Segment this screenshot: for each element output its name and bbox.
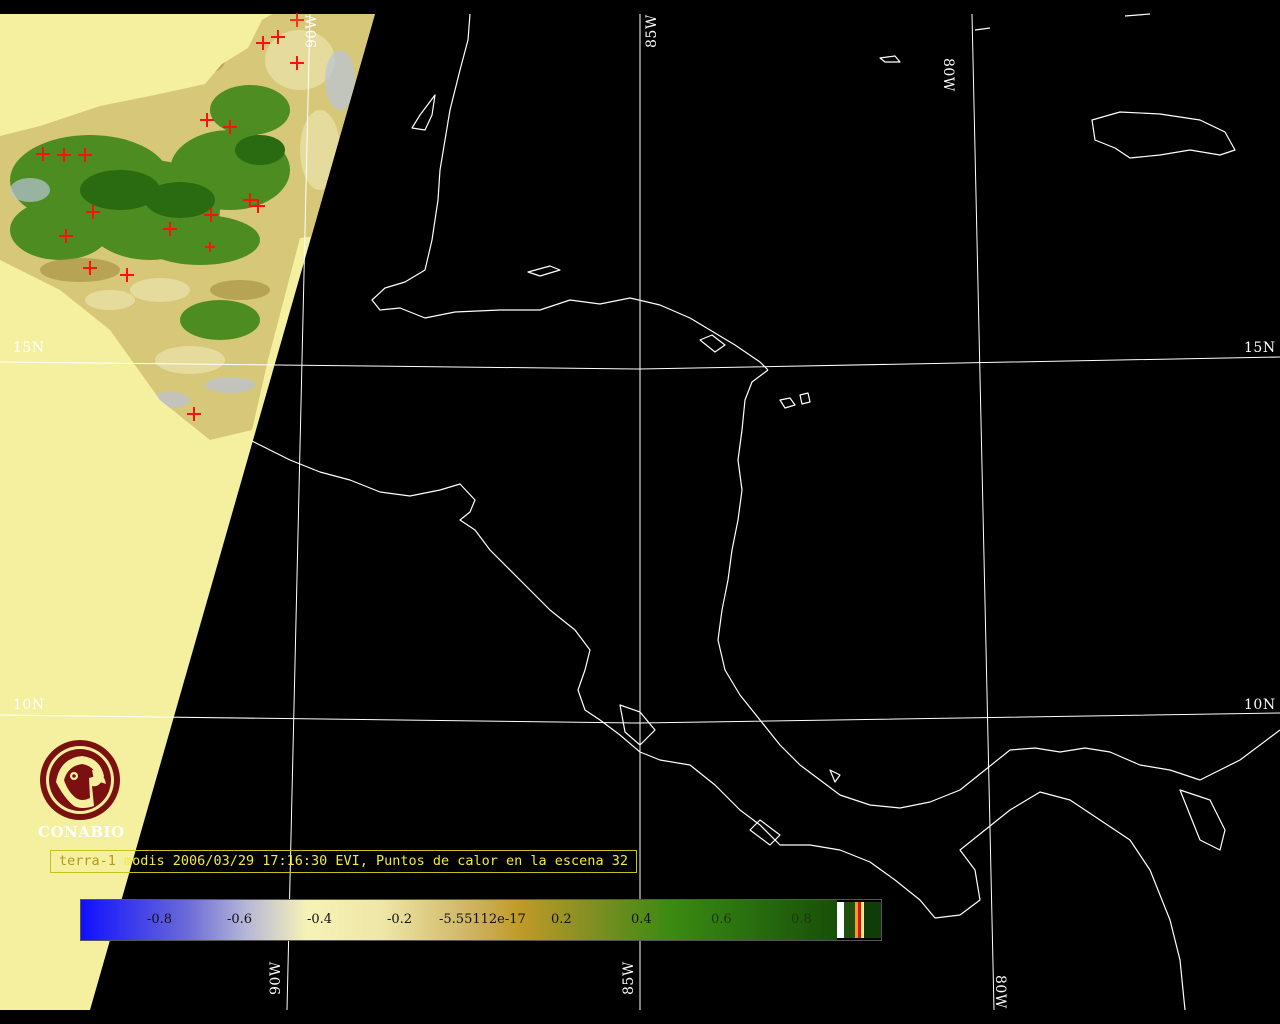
lat-label-15n-right: 15N [1244,340,1276,356]
lon-label-85w-top: 85W [644,14,660,48]
caption-text: modis 2006/03/29 17:16:30 EVI, Puntos de… [115,853,628,869]
colorbar-tick-label: -0.8 [147,912,173,927]
evi-colorbar: -0.8 -0.6 -0.4 -0.2 -5.55112e-17 0.2 0.4 0.6 0.8 [80,899,882,941]
lat-label-10n-left: 10N [13,697,45,713]
colorbar-tick-label: 0.6 [711,912,732,927]
lon-label-90w-top: 90W [304,14,320,48]
colorbar-tick-label: 0.8 [791,912,812,927]
lon-label-85w-bottom: 85W [621,961,637,995]
colorbar-tick-label: 0.2 [551,912,572,927]
colorbar-green-block [844,902,855,938]
lon-label-80w-top: 80W [940,58,956,92]
lat-label-15n-left: 15N [13,340,45,356]
caption-satellite: terra-1 [59,853,116,869]
colorbar-tick-label: -5.55112e-17 [439,912,526,927]
colorbar-tick-label: -0.2 [387,912,413,927]
lat-label-10n-right: 10N [1244,697,1276,713]
colorbar-dark-block [864,902,881,938]
map-caption: terra-1 modis 2006/03/29 17:16:30 EVI, P… [50,850,637,873]
lon-label-90w-bottom: 90W [268,961,284,995]
colorbar-white-block [837,902,844,938]
lon-label-80w-bottom: 80W [992,975,1008,1009]
colorbar-tick-label: -0.6 [227,912,253,927]
logo-text: CONABIO [38,823,125,841]
colorbar-tick-label: 0.4 [631,912,652,927]
colorbar-tick-label: -0.4 [307,912,333,927]
